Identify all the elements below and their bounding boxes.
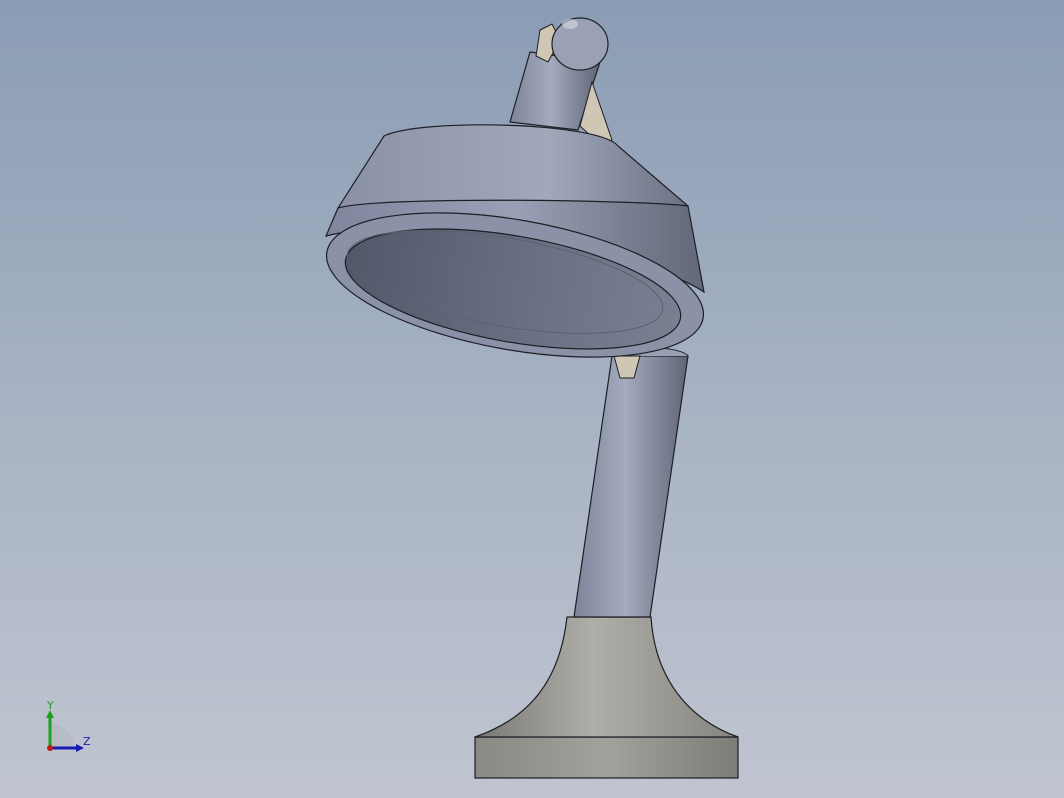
triad-quadrant — [50, 724, 74, 748]
lamp-model[interactable] — [0, 0, 1064, 798]
base-flare[interactable] — [474, 616, 739, 738]
x-axis-dot — [47, 745, 53, 751]
base-plate[interactable] — [474, 736, 739, 779]
y-axis-label: Y — [47, 699, 54, 712]
z-axis-label: Z — [83, 735, 91, 748]
lamp-lower-arm[interactable] — [573, 347, 689, 618]
upper-joint-knob[interactable] — [551, 17, 609, 71]
graphics-viewport[interactable]: Y Z — [0, 0, 1064, 798]
lamp-shade[interactable] — [316, 124, 715, 382]
lamp-base[interactable] — [474, 616, 739, 779]
